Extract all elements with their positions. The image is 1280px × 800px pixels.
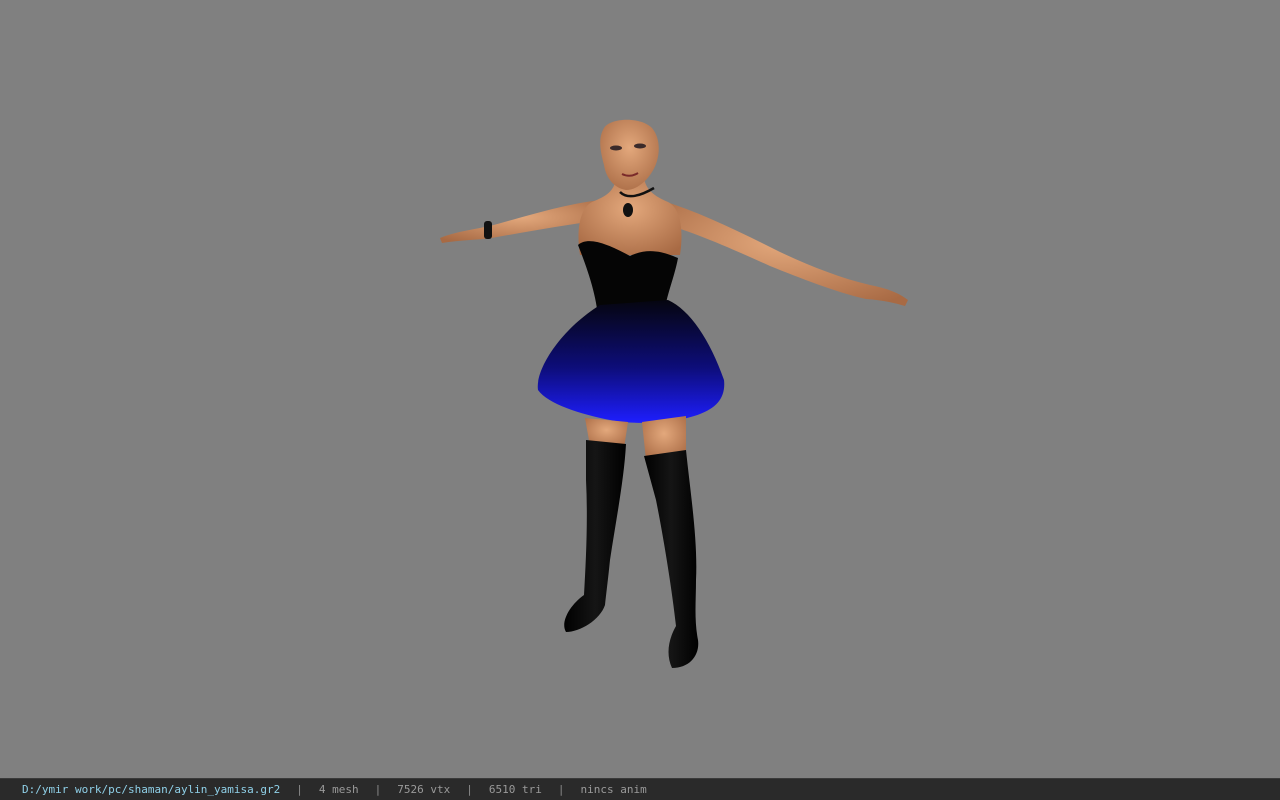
3d-viewport[interactable]	[0, 0, 1280, 778]
bracelet-icon	[484, 221, 492, 239]
animation-status: nincs anim	[580, 783, 647, 796]
separator: |	[466, 783, 473, 796]
dress-skirt	[537, 300, 725, 423]
character-model	[440, 119, 908, 668]
head	[600, 119, 659, 190]
vertex-count: 7526 vtx	[397, 783, 451, 796]
triangle-count: 6510 tri	[488, 783, 542, 796]
separator: |	[557, 783, 565, 796]
file-path: D:/ymir work/pc/shaman/aylin_yamisa.gr2	[22, 783, 281, 796]
left-arm	[440, 200, 602, 243]
status-bar: D:/ymir work/pc/shaman/aylin_yamisa.gr2 …	[0, 778, 1280, 800]
separator: |	[296, 783, 303, 796]
mesh-count: 4 mesh	[318, 783, 359, 796]
right-arm	[656, 200, 908, 306]
right-boot	[644, 450, 699, 668]
left-boot	[564, 440, 626, 632]
separator: |	[374, 783, 382, 796]
